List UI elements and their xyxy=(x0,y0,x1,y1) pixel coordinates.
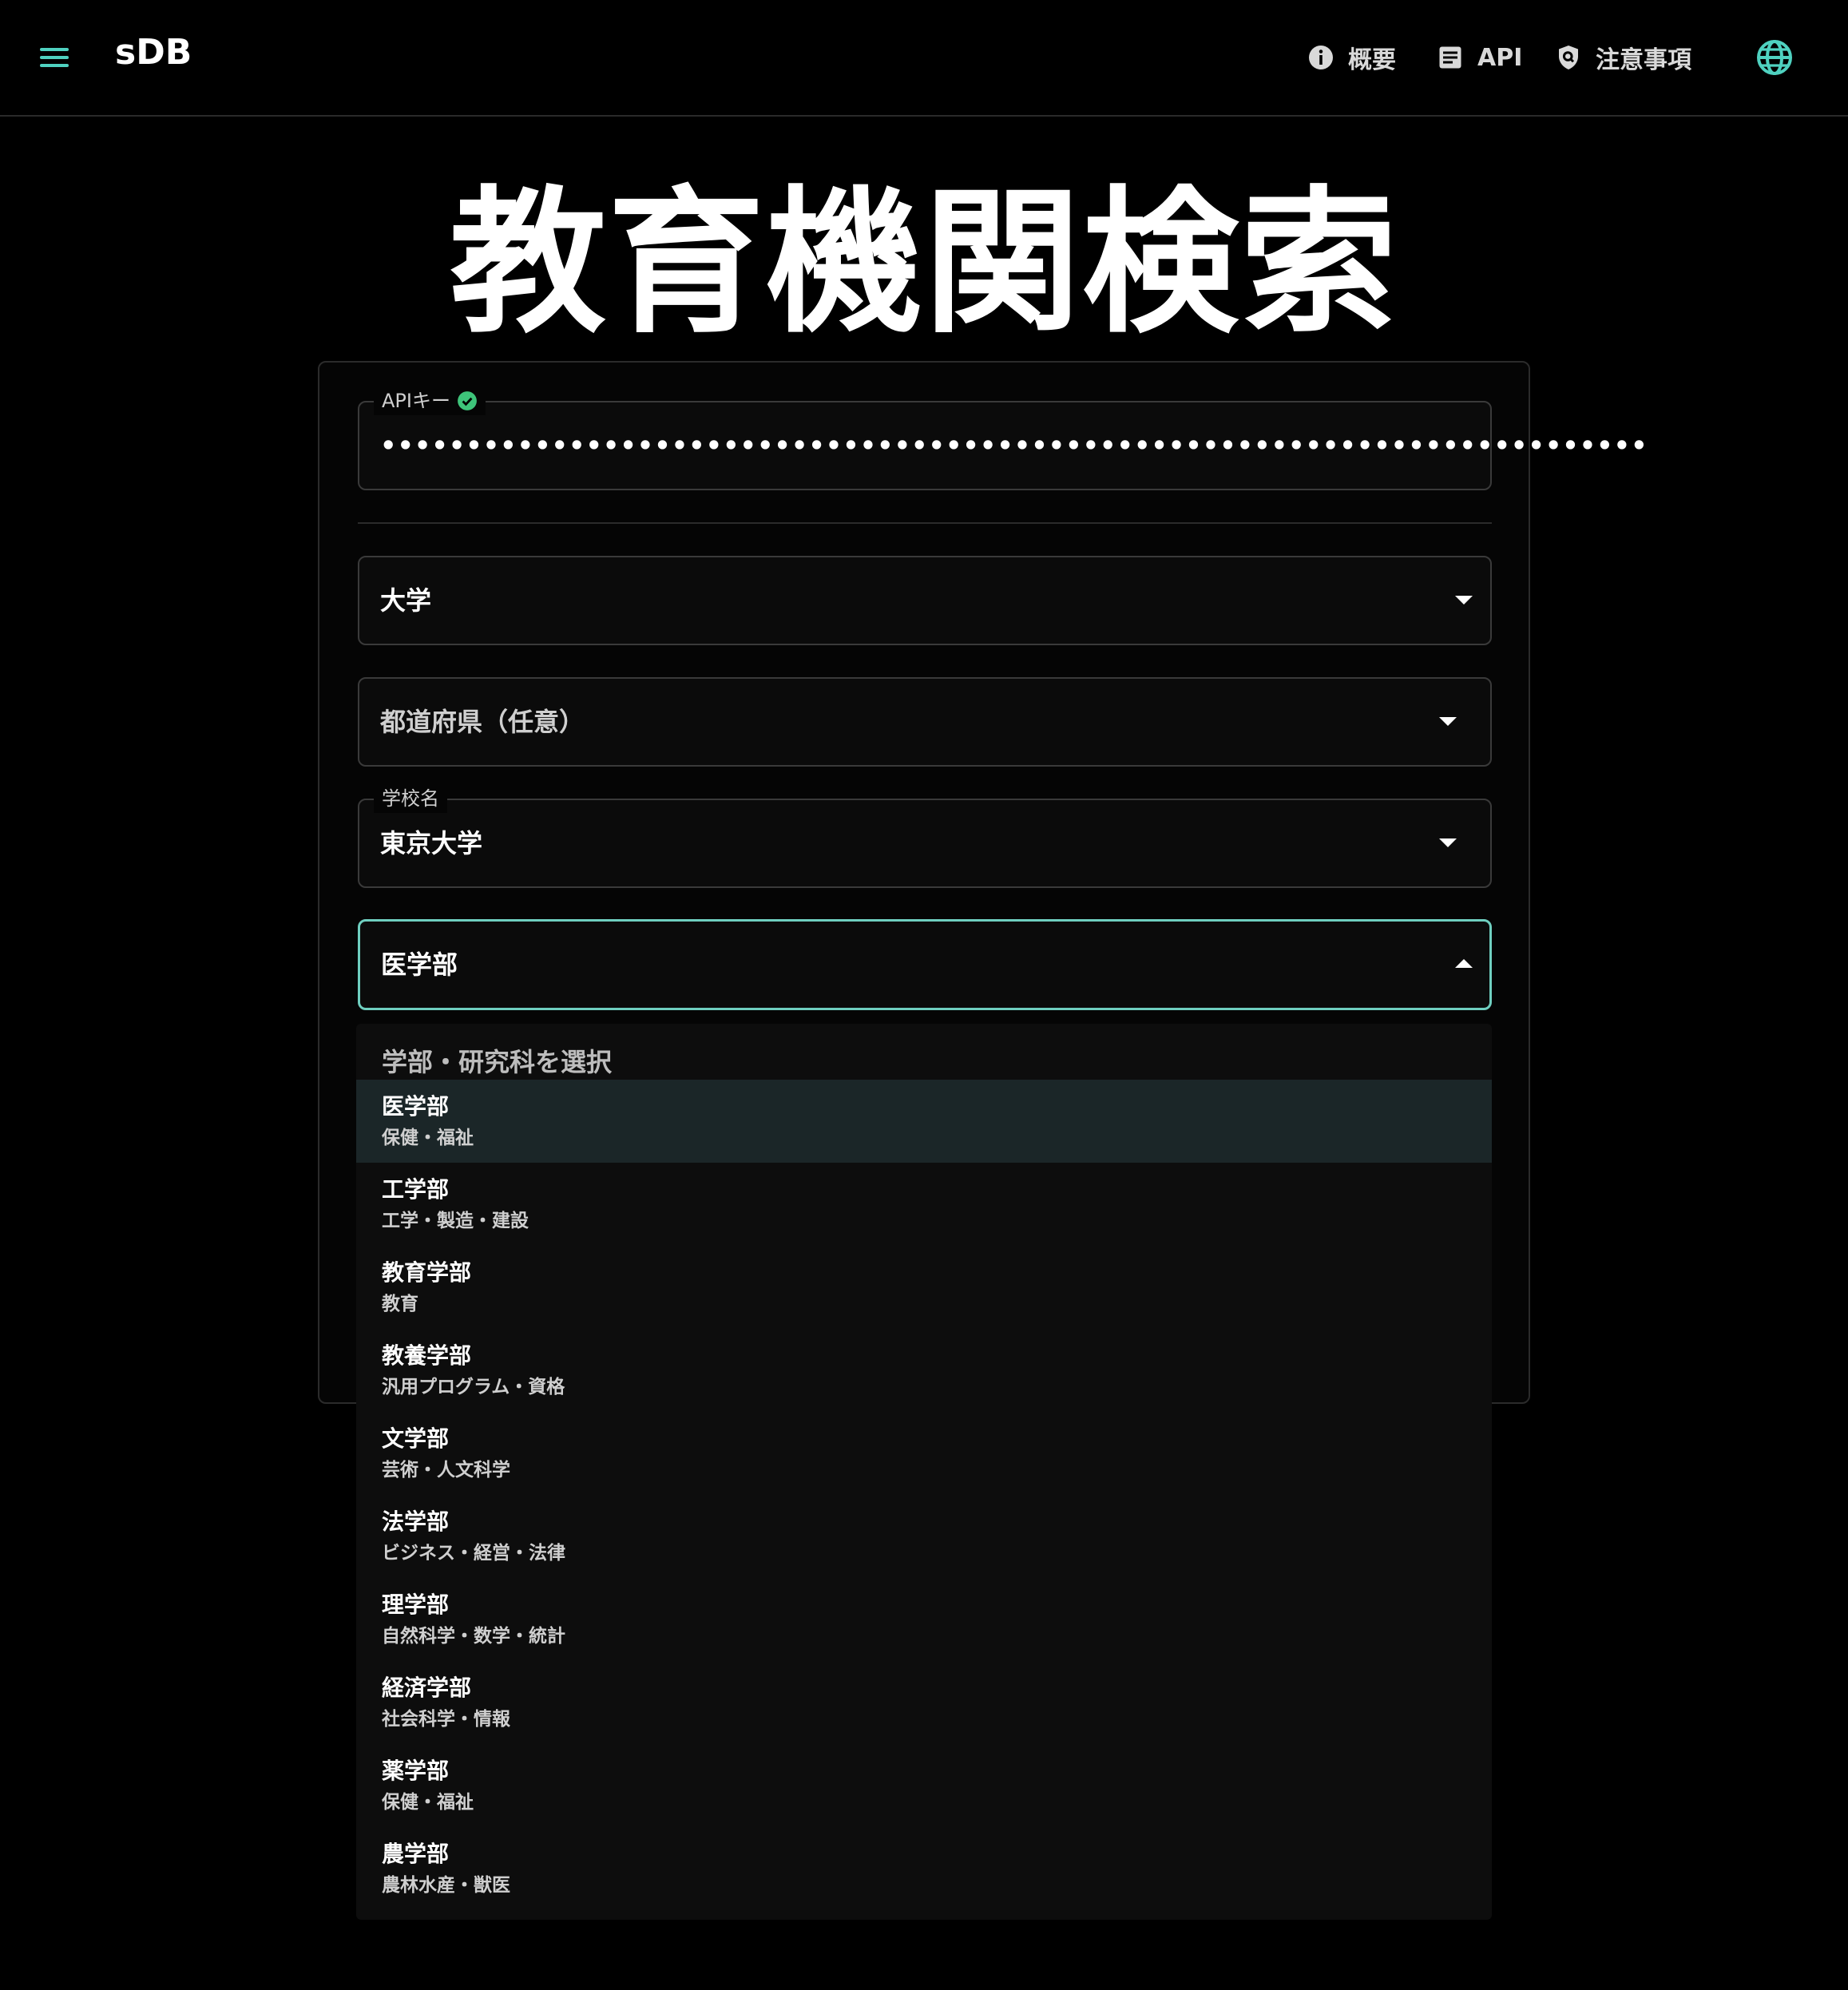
menu-icon[interactable] xyxy=(37,40,72,75)
option-subtitle: 保健・福祉 xyxy=(382,1792,474,1813)
option-subtitle: 農林水産・獣医 xyxy=(382,1875,510,1896)
prefecture-select[interactable]: 都道府県（任意） xyxy=(358,677,1492,767)
dropdown-header: 学部・研究科を選択 xyxy=(382,1047,613,1077)
api-key-value: ••••••••••••••••••••••••••••••••••••••••… xyxy=(380,430,1648,461)
faculty-dropdown: 学部・研究科を選択 医学部 保健・福祉 工学部 工学・製造・建設 教育学部 教育… xyxy=(356,1024,1492,1920)
option-subtitle: 工学・製造・建設 xyxy=(382,1211,529,1231)
option-subtitle: 教育 xyxy=(382,1294,418,1314)
option-subtitle: 芸術・人文科学 xyxy=(382,1460,510,1481)
chevron-up-icon xyxy=(1455,959,1473,968)
option-subtitle: ビジネス・経営・法律 xyxy=(382,1543,565,1564)
school-name-select[interactable]: 学校名 東京大学 xyxy=(358,784,1492,888)
option-title: 理学部 xyxy=(382,1592,450,1618)
dropdown-option[interactable]: 医学部 保健・福祉 xyxy=(356,1080,1492,1163)
option-title: 文学部 xyxy=(382,1425,450,1452)
dropdown-option[interactable]: 経済学部 社会科学・情報 xyxy=(356,1661,1492,1744)
dropdown-option[interactable]: 教育学部 教育 xyxy=(356,1246,1492,1329)
nav-notes[interactable]: 注意事項 xyxy=(1554,40,1691,75)
chevron-down-icon xyxy=(1455,596,1473,605)
option-title: 教養学部 xyxy=(382,1342,472,1369)
prefecture-placeholder: 都道府県（任意） xyxy=(380,707,585,737)
document-icon xyxy=(1439,46,1461,69)
option-title: 経済学部 xyxy=(382,1675,472,1701)
option-title: 薬学部 xyxy=(382,1758,450,1784)
faculty-value: 医学部 xyxy=(381,949,458,980)
option-subtitle: 社会科学・情報 xyxy=(382,1709,510,1730)
option-title: 法学部 xyxy=(382,1508,450,1535)
school-name-value: 東京大学 xyxy=(380,828,483,858)
api-key-field[interactable]: APIキー ••••••••••••••••••••••••••••••••••… xyxy=(358,387,1648,490)
option-title: 工学部 xyxy=(382,1176,450,1203)
nav-api[interactable]: API xyxy=(1436,40,1522,75)
info-icon xyxy=(1309,46,1333,69)
app-bar: sDB 概要 API 注意事項 xyxy=(0,0,1848,117)
dropdown-option[interactable]: 教養学部 汎用プログラム・資格 xyxy=(356,1329,1492,1412)
option-subtitle: 汎用プログラム・資格 xyxy=(382,1377,565,1397)
page-title: 教育機関検索 xyxy=(449,172,1398,355)
school-type-value: 大学 xyxy=(380,585,432,616)
brand-logo[interactable]: sDB xyxy=(115,32,192,73)
school-type-select[interactable]: 大学 xyxy=(358,556,1492,645)
option-title: 医学部 xyxy=(382,1093,450,1120)
dropdown-option[interactable]: 工学部 工学・製造・建設 xyxy=(356,1163,1492,1246)
option-title: 農学部 xyxy=(382,1841,450,1867)
option-title: 教育学部 xyxy=(382,1259,472,1286)
dropdown-option[interactable]: 薬学部 保健・福祉 xyxy=(356,1744,1492,1827)
faculty-select[interactable]: 医学部 xyxy=(358,919,1492,1010)
nav-overview[interactable]: 概要 xyxy=(1307,40,1396,75)
nav-notes-label: 注意事項 xyxy=(1596,46,1691,74)
dropdown-option[interactable]: 文学部 芸術・人文科学 xyxy=(356,1412,1492,1495)
nav-api-label: API xyxy=(1477,43,1523,72)
dropdown-option[interactable]: 農学部 農林水産・獣医 xyxy=(356,1827,1492,1910)
option-subtitle: 保健・福祉 xyxy=(382,1128,474,1148)
chevron-down-icon xyxy=(1439,838,1457,847)
form-divider xyxy=(358,522,1492,524)
option-subtitle: 自然科学・数学・統計 xyxy=(382,1626,565,1647)
dropdown-option[interactable]: 理学部 自然科学・数学・統計 xyxy=(356,1578,1492,1661)
globe-icon[interactable] xyxy=(1755,38,1794,77)
shield-icon xyxy=(1559,46,1578,69)
nav-overview-label: 概要 xyxy=(1348,46,1396,74)
chevron-down-icon xyxy=(1439,717,1457,726)
dropdown-option[interactable]: 法学部 ビジネス・経営・法律 xyxy=(356,1495,1492,1578)
